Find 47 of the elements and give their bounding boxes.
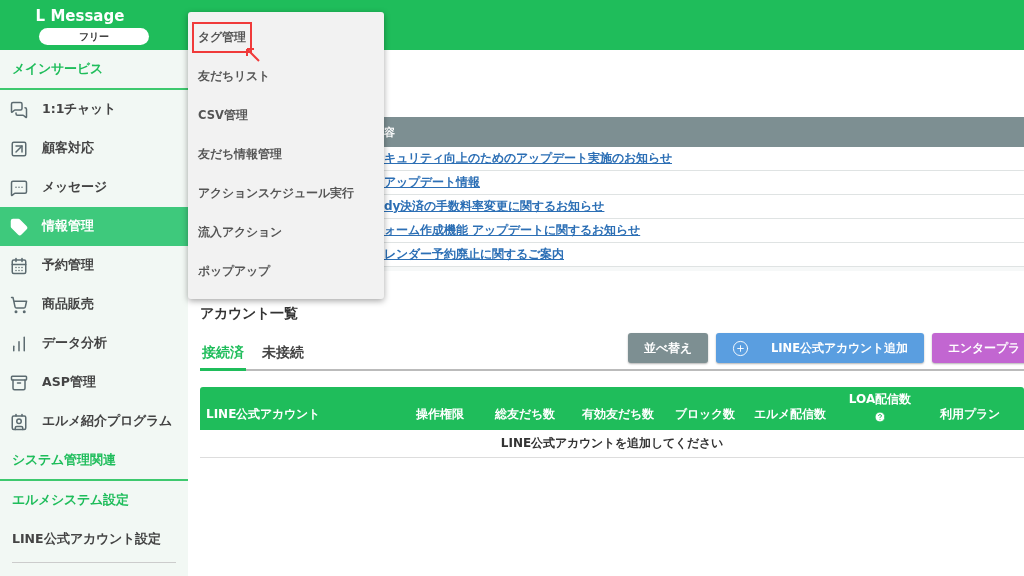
arrow-icon — [244, 46, 262, 64]
arrow-square-icon — [10, 139, 28, 158]
column-header: 有効友だち数 — [581, 406, 654, 423]
sidebar-item[interactable]: データ分析 — [0, 324, 188, 363]
tab[interactable]: 未接続 — [260, 344, 306, 371]
column-header: LOA配信数 — [848, 391, 912, 408]
archive-icon — [10, 373, 28, 392]
column-header: 容 — [384, 124, 395, 140]
menu-item[interactable]: タグ管理 — [192, 22, 252, 53]
sidebar-item[interactable]: 顧客対応 — [0, 129, 188, 168]
sidebar-item[interactable]: 商品販売 — [0, 285, 188, 324]
section-title: アカウント一覧 — [200, 305, 299, 323]
sidebar-item[interactable]: エルメ紹介プログラム — [0, 402, 188, 441]
menu-item[interactable]: 流入アクション — [192, 217, 288, 248]
empty-message: LINE公式アカウントを追加してください — [500, 435, 724, 452]
menu-item[interactable]: CSV管理 — [192, 100, 254, 131]
notice-link[interactable]: キュリティ向上のためのアップデート実施のお知らせ — [384, 150, 672, 167]
sidebar-item[interactable]: ASP管理 — [0, 363, 188, 402]
chat-bubbles-icon — [10, 100, 28, 119]
message-icon — [10, 178, 28, 197]
plus-icon — [731, 339, 749, 357]
sidebar-item[interactable]: LINE公式アカウント設定 — [0, 520, 188, 559]
menu-item[interactable]: 友だち情報管理 — [192, 139, 288, 170]
plan-badge: フリー — [39, 28, 149, 45]
sidebar-item[interactable]: 1:1チャット — [0, 90, 188, 129]
notice-link[interactable]: dy決済の手数料率変更に関するお知らせ — [384, 198, 605, 215]
calendar-icon — [10, 256, 28, 275]
help-icon[interactable] — [874, 411, 886, 423]
column-header: 総友だち数 — [495, 406, 555, 423]
notice-link[interactable]: アップデート情報 — [384, 174, 480, 191]
brand-name: L Message — [35, 7, 125, 25]
column-header: エルメ配信数 — [754, 406, 826, 423]
sidebar-item[interactable]: 予約管理 — [0, 246, 188, 285]
column-header: 利用プラン — [940, 406, 1000, 423]
notice-link[interactable]: レンダー予約廃止に関するご案内 — [384, 246, 564, 263]
menu-item[interactable]: アクションスケジュール実行 — [192, 178, 360, 209]
column-header: ブロック数 — [675, 406, 735, 423]
badge-icon — [10, 412, 28, 431]
sidebar-item[interactable]: メッセージ — [0, 168, 188, 207]
column-header: LINE公式アカウント — [206, 406, 321, 423]
cart-icon — [10, 295, 28, 314]
notice-link[interactable]: ォーム作成機能 アップデートに関するお知らせ — [384, 222, 641, 239]
menu-item[interactable]: 友だちリスト — [192, 61, 276, 92]
bar-chart-icon — [10, 334, 28, 353]
menu-item[interactable]: ポップアップ — [192, 256, 276, 287]
column-header: 操作権限 — [416, 406, 464, 423]
tag-icon — [10, 217, 28, 236]
